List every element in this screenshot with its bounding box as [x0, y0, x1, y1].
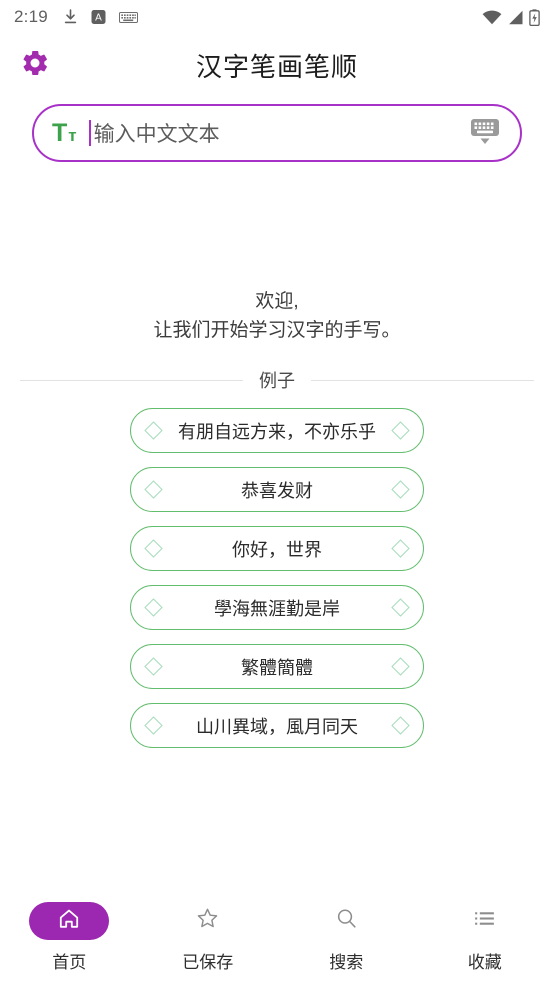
star-icon — [195, 906, 220, 936]
keyboard-icon — [468, 114, 502, 153]
text-format-icon-small: т — [68, 125, 77, 145]
app-bar: 汉字笔画笔顺 — [0, 34, 554, 96]
diamond-icon — [391, 598, 410, 617]
keyboard-small-icon — [118, 11, 138, 24]
diamond-icon — [391, 657, 410, 676]
nav-item-search[interactable]: 搜索 — [277, 902, 416, 973]
keyboard-toggle-button[interactable] — [464, 112, 506, 154]
nav-item-home-label: 首页 — [52, 953, 87, 972]
search-input[interactable]: Tт 输入中文文本 — [32, 104, 522, 162]
home-icon — [57, 907, 81, 936]
nav-search-pill — [306, 902, 386, 940]
gear-icon — [20, 48, 50, 83]
example-chip-label: 繁體簡體 — [241, 657, 313, 678]
page-title: 汉字笔画笔顺 — [195, 51, 358, 82]
example-chip-label: 你好，世界 — [232, 539, 322, 560]
nav-item-collection-label: 收藏 — [467, 953, 502, 972]
example-chip[interactable]: 山川異域，風月同天 — [130, 703, 424, 748]
divider-line-left — [20, 379, 243, 381]
nav-item-search-label: 搜索 — [329, 953, 364, 972]
diamond-icon — [391, 480, 410, 499]
search-input-placeholder: 输入中文文本 — [93, 123, 220, 146]
status-bar-left: 2:19 A — [14, 7, 138, 27]
example-chip[interactable]: 你好，世界 — [130, 526, 424, 571]
text-format-icon: Tт — [52, 118, 77, 147]
battery-charging-icon — [529, 8, 540, 26]
bottom-navigation: 首页 已保存 搜索 收藏 — [0, 892, 554, 984]
diamond-icon — [391, 539, 410, 558]
status-time: 2:19 — [14, 7, 48, 26]
text-format-icon-big: T — [52, 118, 68, 147]
example-chip-label: 有朋自远方来，不亦乐乎 — [178, 421, 376, 442]
nav-item-saved[interactable]: 已保存 — [139, 902, 278, 973]
example-chip[interactable]: 恭喜发财 — [130, 467, 424, 512]
example-chip-label: 學海無涯勤是岸 — [214, 598, 340, 619]
search-icon — [334, 906, 359, 936]
status-bar-right — [482, 8, 540, 26]
status-bar: 2:19 A — [0, 0, 554, 34]
divider-line-right — [311, 379, 534, 381]
text-caret — [88, 120, 91, 146]
diamond-icon — [391, 421, 410, 440]
examples-label: 例子 — [259, 371, 295, 391]
diamond-icon — [391, 716, 410, 735]
nav-saved-pill — [168, 902, 248, 940]
download-icon — [63, 9, 78, 25]
example-chip-label: 恭喜发财 — [241, 480, 313, 501]
list-icon — [472, 906, 497, 936]
signal-icon — [507, 10, 524, 25]
nav-home-pill — [29, 902, 110, 940]
examples-divider: 例子 — [0, 367, 554, 393]
svg-text:A: A — [95, 13, 102, 24]
welcome-line-1: 欢迎, — [255, 291, 299, 312]
welcome-message: 欢迎, 让我们开始学习汉字的手写。 — [0, 287, 554, 345]
examples-list: 有朋自远方来，不亦乐乎 恭喜发财 你好，世界 學海無涯勤是岸 繁體簡體 山川異域… — [0, 408, 554, 748]
example-chip[interactable]: 繁體簡體 — [130, 644, 424, 689]
example-chip[interactable]: 學海無涯勤是岸 — [130, 585, 424, 630]
a-badge-icon: A — [91, 9, 106, 25]
nav-item-collection[interactable]: 收藏 — [416, 902, 554, 973]
welcome-line-2: 让我们开始学习汉字的手写。 — [153, 320, 401, 341]
nav-collection-pill — [445, 902, 525, 940]
nav-item-saved-label: 已保存 — [182, 953, 234, 972]
nav-item-home[interactable]: 首页 — [0, 902, 139, 973]
wifi-icon — [482, 10, 502, 25]
settings-button[interactable] — [18, 48, 52, 82]
example-chip[interactable]: 有朋自远方来，不亦乐乎 — [130, 408, 424, 453]
example-chip-label: 山川異域，風月同天 — [196, 716, 358, 737]
search-area: Tт 输入中文文本 — [0, 96, 554, 162]
